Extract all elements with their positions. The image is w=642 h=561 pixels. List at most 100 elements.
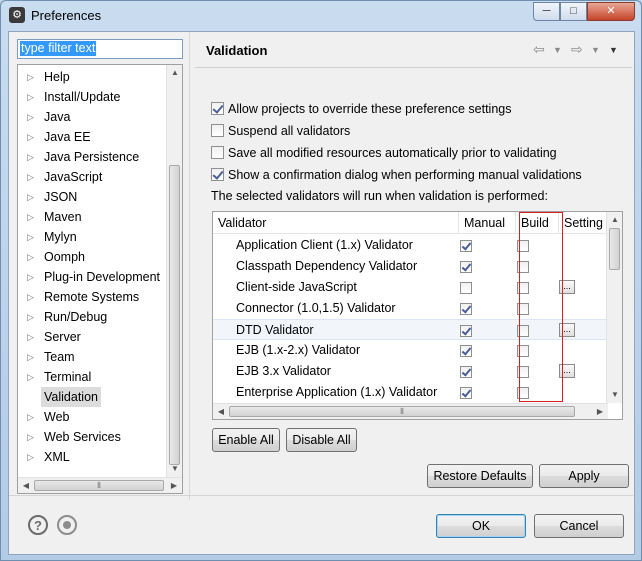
table-row[interactable]: Classpath Dependency Validator: [213, 256, 609, 277]
build-cell[interactable]: [517, 324, 529, 338]
cancel-button[interactable]: Cancel: [534, 514, 624, 538]
table-row[interactable]: DTD Validator...: [213, 319, 609, 340]
validator-settings-button[interactable]: ...: [559, 364, 575, 378]
expand-arrow-icon[interactable]: ▷: [27, 367, 34, 387]
tree-horizontal-scroll-thumb[interactable]: ⦀: [34, 480, 164, 491]
expand-arrow-icon[interactable]: ▷: [27, 447, 34, 467]
minimize-button[interactable]: ─: [533, 2, 560, 21]
table-row[interactable]: Connector (1.0,1.5) Validator: [213, 298, 609, 319]
build-checkbox[interactable]: [517, 261, 529, 273]
tree-item-mylyn[interactable]: ▷ Mylyn: [18, 227, 168, 247]
manual-checkbox[interactable]: [460, 366, 472, 378]
scroll-down-arrow-icon[interactable]: ▼: [167, 461, 182, 477]
tree-item-web[interactable]: ▷ Web: [18, 407, 168, 427]
expand-arrow-icon[interactable]: ▷: [27, 67, 34, 87]
table-vertical-scrollbar[interactable]: ▲ ▼: [606, 212, 622, 403]
option-checkbox[interactable]: [211, 102, 224, 115]
disable-all-button[interactable]: Disable All: [286, 428, 357, 452]
tree-item-web-services[interactable]: ▷ Web Services: [18, 427, 168, 447]
expand-arrow-icon[interactable]: ▷: [27, 327, 34, 347]
manual-cell[interactable]: [460, 386, 472, 400]
back-arrow-icon[interactable]: ⇦: [533, 41, 545, 58]
option-3[interactable]: Show a confirmation dialog when performi…: [211, 166, 582, 184]
build-checkbox[interactable]: [517, 366, 529, 378]
tree-item-javascript[interactable]: ▷ JavaScript: [18, 167, 168, 187]
maximize-button[interactable]: □: [560, 2, 587, 21]
manual-checkbox[interactable]: [460, 345, 472, 357]
manual-cell[interactable]: [460, 344, 472, 358]
tree-vertical-scrollbar[interactable]: ▲ ▼: [166, 65, 182, 477]
tree-item-plug-in-development[interactable]: ▷ Plug-in Development: [18, 267, 168, 287]
option-2[interactable]: Save all modified resources automaticall…: [211, 144, 557, 162]
table-vertical-scroll-thumb[interactable]: [609, 228, 620, 270]
tree-item-java[interactable]: ▷ Java: [18, 107, 168, 127]
option-checkbox[interactable]: [211, 146, 224, 159]
expand-arrow-icon[interactable]: ▷: [27, 227, 34, 247]
build-cell[interactable]: [517, 386, 529, 400]
build-cell[interactable]: [517, 281, 529, 295]
expand-arrow-icon[interactable]: ▷: [27, 307, 34, 327]
table-row[interactable]: Client-side JavaScript...: [213, 277, 609, 298]
tree-item-help[interactable]: ▷ Help: [18, 67, 168, 87]
table-scroll-down-arrow-icon[interactable]: ▼: [607, 387, 622, 403]
tree-item-install-update[interactable]: ▷ Install/Update: [18, 87, 168, 107]
build-cell[interactable]: [517, 302, 529, 316]
forward-arrow-icon[interactable]: ⇨: [571, 41, 583, 58]
table-horizontal-scroll-thumb[interactable]: ⦀: [229, 406, 575, 417]
preference-tree[interactable]: ▷ Help ▷ Install/Update ▷ Java ▷ Java EE ▷ Java P…: [17, 64, 183, 494]
scroll-up-arrow-icon[interactable]: ▲: [167, 65, 182, 81]
tree-item-run-debug[interactable]: ▷ Run/Debug: [18, 307, 168, 327]
expand-arrow-icon[interactable]: ▷: [27, 287, 34, 307]
manual-checkbox[interactable]: [460, 282, 472, 294]
build-cell[interactable]: [517, 260, 529, 274]
build-checkbox[interactable]: [517, 325, 529, 337]
option-1[interactable]: Suspend all validators: [211, 122, 350, 140]
table-row[interactable]: Application Client (1.x) Validator: [213, 235, 609, 256]
option-checkbox[interactable]: [211, 124, 224, 137]
validator-settings-button[interactable]: ...: [559, 280, 575, 294]
validator-settings-button[interactable]: ...: [559, 323, 575, 337]
table-row[interactable]: EJB (1.x-2.x) Validator: [213, 340, 609, 361]
expand-arrow-icon[interactable]: ▷: [27, 187, 34, 207]
manual-checkbox[interactable]: [460, 303, 472, 315]
restore-defaults-button[interactable]: Restore Defaults: [427, 464, 533, 488]
expand-arrow-icon[interactable]: ▷: [27, 127, 34, 147]
apply-button[interactable]: Apply: [539, 464, 629, 488]
tree-item-remote-systems[interactable]: ▷ Remote Systems: [18, 287, 168, 307]
option-0[interactable]: Allow projects to override these prefere…: [211, 100, 511, 118]
tree-item-maven[interactable]: ▷ Maven: [18, 207, 168, 227]
option-checkbox[interactable]: [211, 168, 224, 181]
column-header-settings[interactable]: Setting: [559, 212, 609, 234]
build-checkbox[interactable]: [517, 387, 529, 399]
tree-item-validation[interactable]: Validation: [18, 387, 168, 407]
manual-cell[interactable]: [460, 260, 472, 274]
column-header-build[interactable]: Build: [516, 212, 559, 234]
table-horizontal-scrollbar[interactable]: ◀ ⦀ ▶: [213, 403, 608, 419]
view-menu-icon[interactable]: ▼: [609, 45, 618, 55]
scroll-left-arrow-icon[interactable]: ◀: [18, 478, 34, 493]
help-icon[interactable]: ?: [28, 515, 48, 535]
tree-item-server[interactable]: ▷ Server: [18, 327, 168, 347]
expand-arrow-icon[interactable]: ▷: [27, 247, 34, 267]
column-header-validator[interactable]: Validator: [213, 212, 459, 234]
tree-item-xml[interactable]: ▷ XML: [18, 447, 168, 467]
table-scroll-up-arrow-icon[interactable]: ▲: [607, 212, 622, 228]
manual-cell[interactable]: [460, 239, 472, 253]
manual-checkbox[interactable]: [460, 325, 472, 337]
table-row[interactable]: Enterprise Application (1.x) Validator: [213, 382, 609, 403]
tree-item-java-ee[interactable]: ▷ Java EE: [18, 127, 168, 147]
expand-arrow-icon[interactable]: ▷: [27, 207, 34, 227]
build-cell[interactable]: [517, 239, 529, 253]
forward-menu-icon[interactable]: ▼: [591, 45, 600, 55]
scroll-right-arrow-icon[interactable]: ▶: [166, 478, 182, 493]
tree-item-terminal[interactable]: ▷ Terminal: [18, 367, 168, 387]
expand-arrow-icon[interactable]: ▷: [27, 427, 34, 447]
expand-arrow-icon[interactable]: ▷: [27, 87, 34, 107]
panel-divider[interactable]: [189, 32, 190, 500]
tree-item-json[interactable]: ▷ JSON: [18, 187, 168, 207]
expand-arrow-icon[interactable]: ▷: [27, 267, 34, 287]
expand-arrow-icon[interactable]: ▷: [27, 407, 34, 427]
table-scroll-left-arrow-icon[interactable]: ◀: [213, 404, 229, 419]
manual-checkbox[interactable]: [460, 240, 472, 252]
tree-item-oomph[interactable]: ▷ Oomph: [18, 247, 168, 267]
